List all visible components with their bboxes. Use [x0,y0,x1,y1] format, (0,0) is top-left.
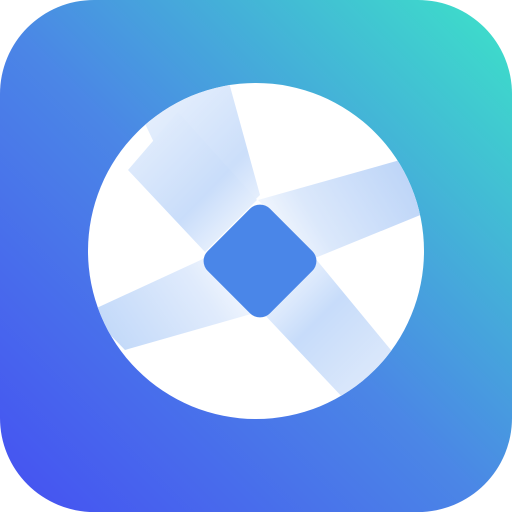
app-icon[interactable] [0,0,512,512]
disc-diamond-icon [88,83,424,419]
icon-canvas [0,0,512,512]
